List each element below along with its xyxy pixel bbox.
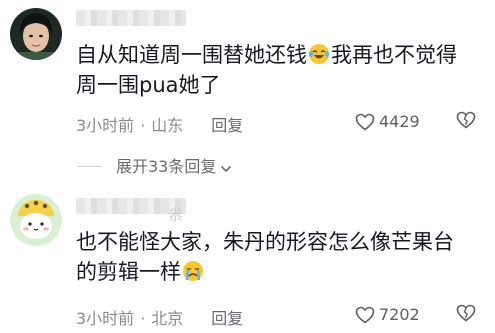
comment-item: 自从知道周一围替她还钱 我再也不觉得 周一围pua她了 3小时前 · 山东 回复 442… (0, 0, 495, 176)
expand-replies-label: 展开33条回复 (116, 157, 217, 176)
comment-item: 尜 也不能怪大家，朱丹的形容怎么像芒果台 的剪辑一样 3小时前 · 北京 回复 720… (0, 190, 495, 333)
like-count: 4429 (379, 112, 420, 131)
divider-line (78, 166, 102, 167)
comment-location: 山东 (151, 116, 184, 135)
laughing-tears-emoji (308, 43, 330, 65)
avatar[interactable] (10, 8, 62, 60)
comment-location: 北京 (151, 309, 184, 328)
heart-outline-icon (355, 112, 379, 131)
comment-meta: 3小时前 · 北京 回复 (76, 305, 243, 329)
like-button[interactable]: 4429 (355, 112, 420, 131)
crying-emoji (182, 260, 204, 282)
like-button[interactable]: 7202 (355, 305, 420, 324)
chevron-down-icon (216, 157, 232, 176)
comment-time: 3小时前 (76, 309, 135, 328)
heart-outline-icon (355, 305, 379, 324)
expand-replies-button[interactable]: 展开33条回复 (78, 153, 232, 177)
broken-heart-icon[interactable] (456, 111, 476, 133)
broken-heart-icon[interactable] (456, 304, 476, 326)
comment-text: 也不能怪大家，朱丹的形容怎么像芒果台 的剪辑一样 (76, 230, 454, 284)
comment-time: 3小时前 (76, 116, 135, 135)
reply-button[interactable]: 回复 (211, 116, 243, 135)
meta-separator: · (140, 116, 146, 135)
comment-text: 自从知道周一围替她还钱 我再也不觉得 周一围pua她了 (76, 43, 457, 97)
username-blurred[interactable] (76, 10, 186, 26)
comment-meta: 3小时前 · 山东 回复 (76, 112, 243, 136)
meta-separator: · (140, 309, 146, 328)
reply-button[interactable]: 回复 (211, 309, 243, 328)
avatar[interactable] (10, 194, 62, 246)
like-count: 7202 (379, 305, 420, 324)
username-suffix: 尜 (168, 206, 184, 224)
